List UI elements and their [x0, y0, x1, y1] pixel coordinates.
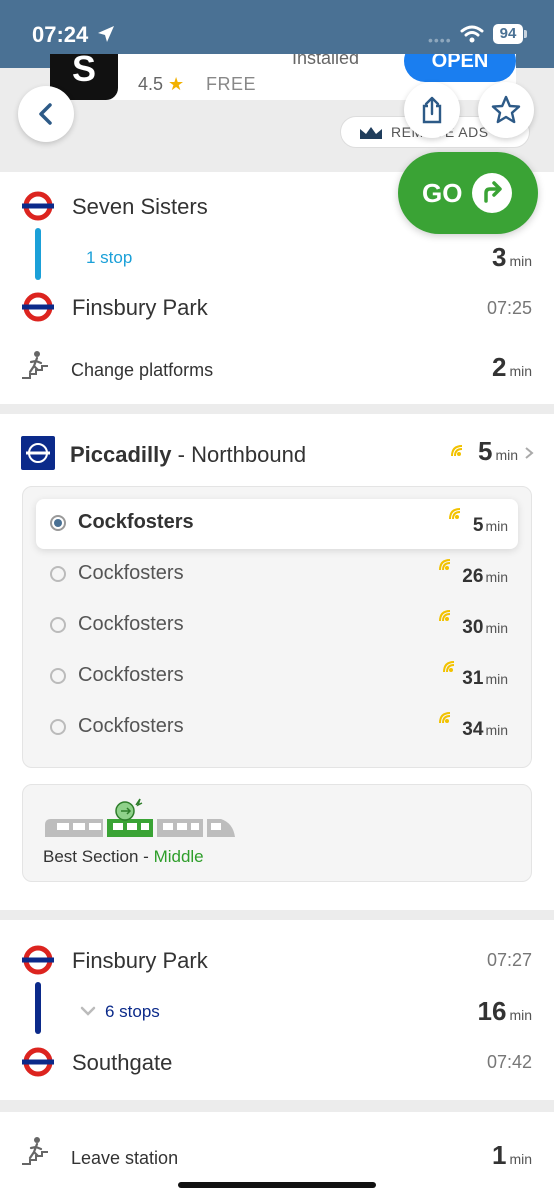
departure-minutes: 26 min	[462, 566, 508, 587]
radio-unselected[interactable]	[50, 668, 66, 684]
best-section-label: Best Section - Middle	[43, 847, 204, 866]
departure-minutes: 5 min	[472, 515, 508, 536]
leg2-to-station[interactable]: Southgate	[72, 1050, 172, 1076]
star-icon: ★	[168, 74, 185, 94]
underground-roundel-icon	[22, 945, 54, 975]
realtime-icon	[443, 661, 455, 673]
walk-stairs-icon	[22, 351, 48, 379]
line-name: Piccadilly	[70, 442, 172, 467]
departure-row[interactable]: Cockfosters 30 min	[36, 601, 518, 651]
leave-label: Leave station	[71, 1148, 179, 1168]
underground-roundel-icon	[22, 1047, 54, 1077]
radio-unselected[interactable]	[50, 566, 66, 582]
best-section-box: Best Section - Middle	[22, 784, 532, 882]
ad-price: FREE	[206, 74, 257, 94]
leg2-depart-time: 07:27	[486, 950, 532, 970]
change-duration: 2 min	[491, 352, 532, 382]
crown-icon	[360, 127, 382, 139]
battery-indicator: 94	[493, 24, 527, 44]
departure-destination: Cockfosters	[78, 715, 184, 737]
status-time: 07:24	[32, 22, 89, 47]
leg1-from-station[interactable]: Seven Sisters	[72, 194, 208, 220]
departure-minutes: 30 min	[462, 617, 508, 638]
realtime-icon	[451, 445, 463, 457]
ad-rating: 4.5 ★	[138, 74, 185, 94]
back-button[interactable]	[18, 86, 74, 142]
leg1-duration: 3 min	[491, 242, 532, 272]
ad-open-button[interactable]: OPEN	[404, 54, 516, 82]
share-button[interactable]	[404, 82, 460, 138]
train-carriages-icon	[45, 798, 235, 837]
departure-row[interactable]: Cockfosters 26 min	[36, 550, 518, 600]
radio-selected[interactable]	[50, 515, 66, 531]
radio-unselected[interactable]	[50, 617, 66, 633]
best-section-value: Middle	[153, 847, 204, 866]
line-next-minutes: 5 min	[477, 436, 518, 466]
realtime-icon	[439, 712, 451, 724]
chevron-left-icon	[39, 103, 52, 125]
departure-minutes: 31 min	[462, 668, 508, 689]
leg2-card: Finsbury Park 07:27 6 stops 16 min Southg…	[0, 920, 554, 1100]
leg2-duration: 16 min	[477, 996, 532, 1026]
underground-roundel-icon	[22, 191, 54, 221]
departure-minutes: 34 min	[462, 719, 508, 740]
line-header[interactable]: Piccadilly - Northbound	[70, 442, 306, 468]
favorite-button[interactable]	[478, 82, 534, 138]
piccadilly-line-icon	[21, 436, 55, 470]
leg1-to-station[interactable]: Finsbury Park	[72, 295, 208, 321]
leg1-stops[interactable]: 1 stop	[86, 248, 132, 268]
departure-destination: Cockfosters	[78, 511, 194, 533]
departure-destination: Cockfosters	[78, 613, 184, 635]
walk-stairs-icon	[22, 1137, 48, 1165]
leg1-arrive-time: 07:25	[486, 298, 532, 318]
leg2-line-bar	[35, 982, 41, 1034]
chevron-right-icon[interactable]	[524, 446, 534, 460]
chevron-down-icon[interactable]	[80, 1006, 96, 1016]
leg2-from-station[interactable]: Finsbury Park	[72, 948, 208, 974]
share-icon	[422, 96, 442, 124]
radio-unselected[interactable]	[50, 719, 66, 735]
realtime-icon	[439, 559, 451, 571]
realtime-icon	[439, 610, 451, 622]
star-outline-icon	[491, 95, 521, 124]
departure-destination: Cockfosters	[78, 562, 184, 584]
departure-row[interactable]: Cockfosters 5 min	[36, 499, 518, 549]
leave-duration: 1 min	[491, 1140, 532, 1170]
leg2-stops[interactable]: 6 stops	[105, 1002, 160, 1022]
leg1-line-bar	[35, 228, 41, 280]
realtime-icon	[449, 508, 461, 520]
departure-row[interactable]: Cockfosters 34 min	[36, 703, 518, 753]
departure-row[interactable]: Cockfosters 31 min	[36, 652, 518, 702]
line-direction: - Northbound	[177, 442, 307, 467]
change-label: Change platforms	[71, 360, 214, 380]
go-button[interactable]: GO	[398, 152, 538, 234]
home-indicator[interactable]	[178, 1182, 376, 1188]
departure-destination: Cockfosters	[78, 664, 184, 686]
ad-installed-label: Installed	[292, 54, 360, 68]
underground-roundel-icon	[22, 292, 54, 322]
signal-dots-icon: ••••	[428, 32, 452, 48]
wifi-icon	[460, 25, 484, 43]
go-label: GO	[422, 178, 463, 208]
turn-right-arrow-icon	[472, 173, 512, 213]
leg2-arrive-time: 07:42	[486, 1052, 532, 1072]
location-arrow-icon	[98, 26, 114, 42]
